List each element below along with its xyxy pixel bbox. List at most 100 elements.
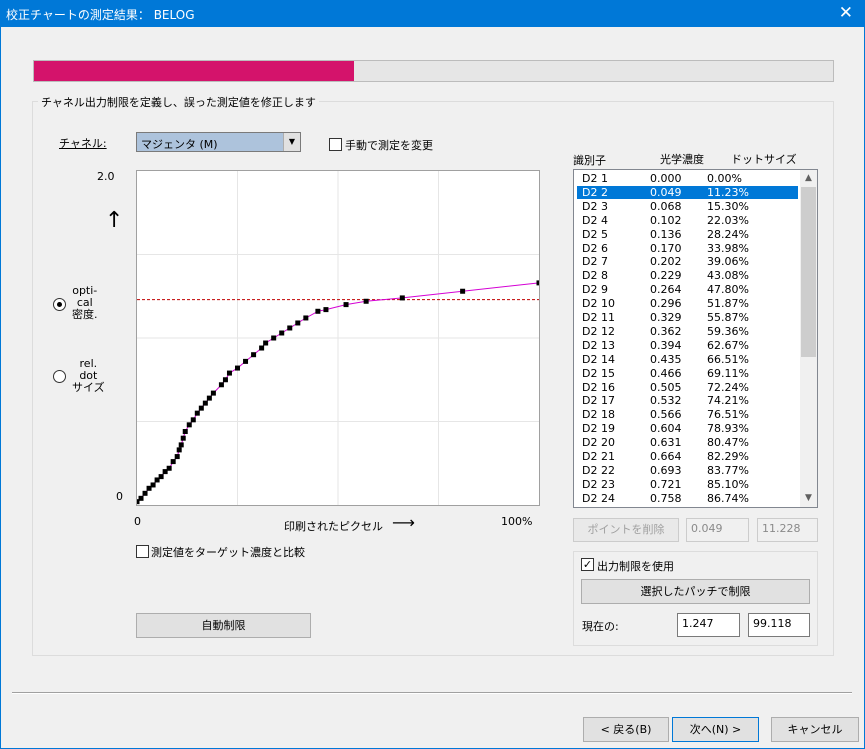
row-dot-size: 83.77%	[707, 463, 749, 477]
current-dot-field[interactable]: 99.118	[748, 613, 810, 637]
progress-bar	[33, 60, 834, 82]
data-point	[536, 280, 542, 286]
data-point	[226, 370, 232, 376]
header-dot-size: ドットサイズ	[731, 153, 797, 166]
row-dot-size: 0.00%	[707, 172, 742, 185]
data-point	[206, 395, 212, 401]
row-dot-size: 72.24%	[707, 380, 749, 394]
y-axis-bottom-label: 0	[116, 490, 123, 503]
auto-limit-button[interactable]: 自動制限	[136, 613, 311, 638]
table-row[interactable]: D2 14 0.435 66.51%	[577, 353, 798, 366]
current-density-field[interactable]: 1.247	[677, 613, 740, 637]
cancel-button[interactable]: キャンセル	[771, 717, 859, 742]
data-point	[194, 410, 200, 416]
row-density: 0.664	[650, 450, 682, 463]
table-row[interactable]: D2 13 0.394 62.67%	[577, 339, 798, 352]
channel-dropdown[interactable]: マジェンタ (M) ▼	[136, 132, 301, 152]
data-point	[259, 345, 265, 351]
scroll-down-icon[interactable]: ▼	[800, 490, 817, 507]
right-arrow-icon: ⟶	[392, 513, 415, 532]
list-scrollbar[interactable]: ▲ ▼	[800, 170, 817, 507]
scroll-up-icon[interactable]: ▲	[800, 170, 817, 187]
delete-point-button[interactable]: ポイントを削除	[573, 518, 679, 542]
row-dot-size: 43.08%	[707, 269, 749, 283]
row-id: D2 19	[582, 422, 615, 436]
data-point	[243, 358, 249, 364]
row-density: 0.505	[650, 380, 682, 394]
measurement-list[interactable]: D2 1 0.000 0.00% D2 2 0.049 11.23% D2 3 0.068 15…	[573, 169, 818, 508]
row-density: 0.394	[650, 338, 682, 352]
row-dot-size: 85.10%	[707, 477, 749, 491]
row-dot-size: 55.87%	[707, 311, 749, 324]
table-row[interactable]: D2 20 0.631 80.47%	[577, 436, 798, 449]
use-output-limit-checkbox[interactable]: ✓	[581, 558, 594, 571]
calibration-chart[interactable]	[134, 170, 542, 506]
manual-change-checkbox[interactable]	[329, 138, 342, 151]
limit-by-patch-button[interactable]: 選択したパッチで制限	[581, 579, 810, 604]
row-density: 0.170	[650, 241, 682, 255]
row-dot-size: 80.47%	[707, 436, 749, 450]
table-row[interactable]: D2 7 0.202 39.06%	[577, 255, 798, 268]
chevron-down-icon[interactable]: ▼	[283, 133, 300, 151]
dot-size-radio[interactable]	[53, 370, 66, 383]
data-point	[158, 474, 164, 480]
compare-target-label: 測定値をターゲット濃度と比較	[151, 546, 305, 559]
optical-density-radio[interactable]	[53, 298, 66, 311]
back-button[interactable]: < 戻る(B)	[583, 717, 669, 742]
row-id: D2 4	[582, 213, 608, 227]
table-row[interactable]: D2 6 0.170 33.98%	[577, 242, 798, 255]
point-dot-field[interactable]: 11.228	[757, 518, 818, 542]
x-axis-right-label: 100%	[501, 515, 533, 528]
row-density: 0.758	[650, 491, 682, 505]
row-density: 0.202	[650, 255, 682, 269]
row-dot-size: 86.74%	[707, 491, 749, 505]
table-row[interactable]: D2 11 0.329 55.87%	[577, 311, 798, 324]
table-row[interactable]: D2 19 0.604 78.93%	[577, 422, 798, 435]
row-dot-size: 47.80%	[707, 283, 749, 297]
table-row[interactable]: D2 5 0.136 28.24%	[577, 228, 798, 241]
row-dot-size: 62.67%	[707, 338, 749, 352]
table-row[interactable]: D2 17 0.532 74.21%	[577, 394, 798, 407]
channel-value: マジェンタ (M)	[141, 138, 218, 151]
table-row[interactable]: D2 16 0.505 72.24%	[577, 381, 798, 394]
table-row[interactable]: D2 22 0.693 83.77%	[577, 464, 798, 477]
row-id: D2 1	[582, 172, 608, 185]
table-row[interactable]: D2 3 0.068 15.30%	[577, 200, 798, 213]
table-row[interactable]: D2 21 0.664 82.29%	[577, 450, 798, 463]
table-row[interactable]: D2 8 0.229 43.08%	[577, 269, 798, 282]
compare-target-checkbox[interactable]	[136, 545, 149, 558]
row-id: D2 13	[582, 338, 615, 352]
row-id: D2 2	[582, 185, 608, 199]
row-id: D2 17	[582, 394, 615, 408]
chart-svg	[134, 171, 542, 505]
row-dot-size: 66.51%	[707, 352, 749, 366]
header-density: 光学濃度	[660, 153, 704, 166]
table-row[interactable]: D2 1 0.000 0.00%	[577, 172, 798, 185]
row-density: 0.136	[650, 227, 682, 241]
row-density: 0.049	[650, 185, 682, 199]
row-density: 0.329	[650, 311, 682, 324]
table-row[interactable]: D2 9 0.264 47.80%	[577, 283, 798, 296]
table-row[interactable]: D2 18 0.566 76.51%	[577, 408, 798, 421]
table-row[interactable]: D2 12 0.362 59.36%	[577, 325, 798, 338]
data-point	[178, 442, 184, 448]
data-point	[315, 308, 321, 314]
table-row[interactable]: D2 23 0.721 85.10%	[577, 478, 798, 491]
point-density-field[interactable]: 0.049	[686, 518, 749, 542]
title-bar: 校正チャートの測定結果： BELOG ✕	[0, 0, 865, 27]
data-point	[263, 340, 269, 346]
scroll-thumb[interactable]	[801, 187, 816, 357]
close-icon[interactable]: ✕	[839, 3, 853, 23]
next-button[interactable]: 次へ(N) >	[672, 717, 759, 742]
table-row[interactable]: D2 4 0.102 22.03%	[577, 214, 798, 227]
row-id: D2 21	[582, 450, 615, 463]
table-row[interactable]: D2 24 0.758 86.74%	[577, 492, 798, 505]
row-id: D2 7	[582, 255, 608, 269]
row-id: D2 22	[582, 463, 615, 477]
table-row[interactable]: D2 15 0.466 69.11%	[577, 367, 798, 380]
table-row[interactable]: D2 2 0.049 11.23%	[577, 185, 798, 199]
data-point	[202, 400, 208, 406]
table-row[interactable]: D2 10 0.296 51.87%	[577, 297, 798, 310]
current-label: 現在の:	[582, 620, 619, 633]
data-point	[295, 320, 301, 326]
